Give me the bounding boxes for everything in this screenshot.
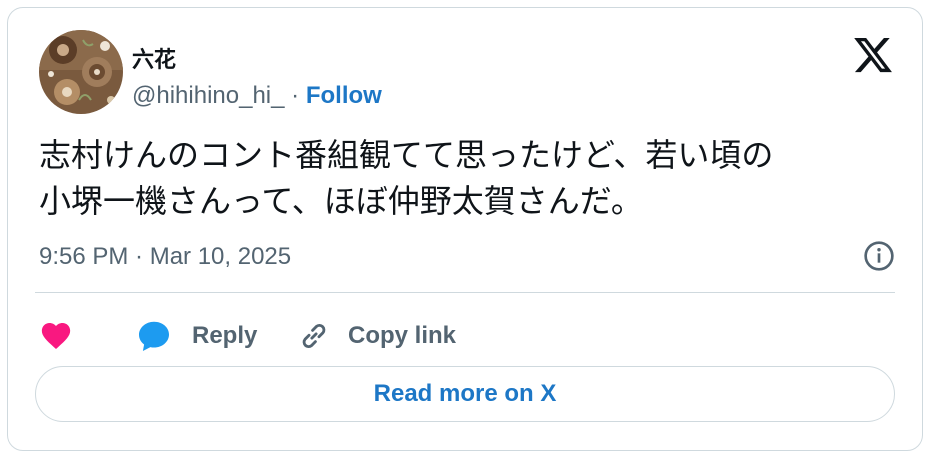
divider (35, 292, 895, 293)
copy-link-button[interactable]: Copy link (297, 310, 456, 362)
reply-label: Reply (192, 322, 258, 349)
like-button[interactable] (39, 310, 73, 362)
tweet-text-line: 志村けんのコント番組観てて思ったけど、若い頃の (39, 136, 774, 174)
avatar[interactable] (39, 30, 123, 114)
handle-separator: · (291, 82, 300, 109)
embedded-tweet-card: 六花 @hihihino_hi_ · Follow 志村けんのコント番組観てて思… (7, 7, 923, 451)
x-logo-icon[interactable] (852, 34, 894, 76)
timestamp[interactable]: 9:56 PM · Mar 10, 2025 (39, 243, 291, 271)
handle-row: @hihihino_hi_ · Follow (132, 82, 382, 110)
read-more-button[interactable]: Read more on X (35, 366, 895, 422)
tweet-text: 志村けんのコント番組観てて思ったけど、若い頃の 小堺一機さんって、ほぼ仲野太賀さ… (39, 132, 899, 224)
follow-button[interactable]: Follow (306, 82, 382, 109)
user-handle[interactable]: @hihihino_hi_ (132, 82, 284, 109)
speech-bubble-icon (139, 321, 169, 351)
avatar-image (39, 30, 123, 114)
copy-link-label: Copy link (348, 322, 457, 349)
display-name[interactable]: 六花 (132, 42, 176, 74)
tweet-text-line: 小堺一機さんって、ほぼ仲野太賀さんだ。 (39, 182, 643, 220)
reply-button[interactable]: Reply (136, 310, 257, 362)
heart-icon (41, 322, 71, 350)
info-icon[interactable] (863, 240, 895, 272)
link-icon (302, 323, 326, 349)
